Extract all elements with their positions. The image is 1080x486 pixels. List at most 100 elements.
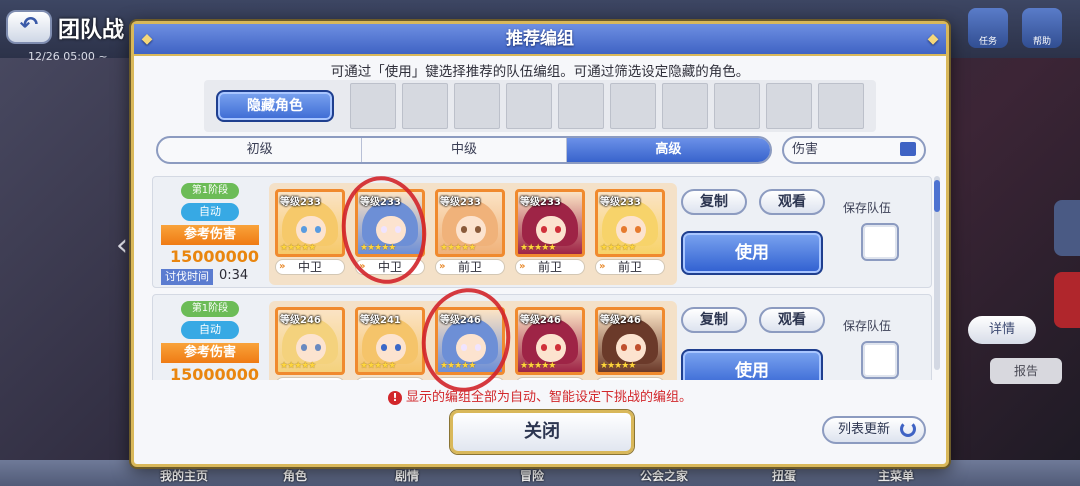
scrollbar-thumb[interactable] xyxy=(934,180,940,212)
nav-gacha[interactable]: 扭蛋 xyxy=(772,467,796,484)
tab-beginner[interactable]: 初级 xyxy=(158,138,363,162)
unit-level: 等级233 xyxy=(280,197,321,208)
filter-icon xyxy=(900,142,916,156)
star-rating-icon: ★★★★★ xyxy=(600,361,636,371)
hidden-character-slot[interactable] xyxy=(818,83,864,129)
side-event-card[interactable] xyxy=(1054,272,1080,328)
copy-button[interactable]: 复制 xyxy=(681,307,747,333)
star-rating-icon: ★★★★★ xyxy=(520,243,556,253)
unit-position: » 中卫 xyxy=(275,259,345,275)
filter-label: 伤害 xyxy=(792,142,819,157)
save-team-checkbox[interactable] xyxy=(861,341,899,379)
close-button[interactable]: 关闭 xyxy=(450,410,634,454)
nav-adventure[interactable]: 冒险 xyxy=(520,467,544,484)
hidden-character-slot[interactable] xyxy=(714,83,760,129)
sort-filter[interactable]: 伤害 xyxy=(782,136,926,164)
nav-home[interactable]: 我的主页 xyxy=(160,467,208,484)
unit-position: » 前卫 xyxy=(435,259,505,275)
unit-card[interactable]: 等级246 ★★★★★ » xyxy=(595,307,665,380)
hidden-character-slot[interactable] xyxy=(454,83,500,129)
portrait-eye xyxy=(315,226,321,233)
character-portrait: 等级233 ★★★★★ xyxy=(275,189,345,257)
unit-card[interactable]: 等级246 ★★★★★ » xyxy=(275,307,345,380)
use-button[interactable]: 使用 xyxy=(681,231,823,275)
unit-card[interactable]: 等级246 ★★★★★ » xyxy=(515,307,585,380)
portrait-eye xyxy=(315,344,321,351)
unit-position: » xyxy=(275,377,345,380)
portrait-eye xyxy=(541,344,547,351)
mission-icon[interactable]: 任务 xyxy=(968,8,1008,48)
nav-characters[interactable]: 角色 xyxy=(283,467,307,484)
team-list[interactable]: 第1阶段 自动 参考伤害 15000000 讨伐时间 0:34 等级233 ★★… xyxy=(152,174,932,380)
tab-advanced[interactable]: 高级 xyxy=(566,138,770,162)
position-label: 中卫 xyxy=(297,260,322,274)
refresh-list-button[interactable]: 列表更新 xyxy=(822,416,926,444)
hidden-character-slot[interactable] xyxy=(506,83,552,129)
back-button[interactable]: ↶ xyxy=(6,10,52,44)
team-units: 等级233 ★★★★★ » 中卫 等级233 ★★★★★ » 中卫 等级233 … xyxy=(269,183,677,285)
hidden-character-slot[interactable] xyxy=(558,83,604,129)
save-team-label: 保存队伍 xyxy=(843,201,892,215)
character-portrait: 等级233 ★★★★★ xyxy=(515,189,585,257)
nav-story[interactable]: 剧情 xyxy=(395,467,419,484)
character-portrait: 等级233 ★★★★★ xyxy=(435,189,505,257)
warning-icon: ! xyxy=(387,391,402,405)
damage-value: 15000000 xyxy=(169,247,259,266)
chevron-icon: » xyxy=(359,378,365,380)
left-arrow-icon[interactable]: ‹ xyxy=(116,228,128,263)
damage-value: 15000000 xyxy=(169,365,259,380)
time-value: 0:34 xyxy=(219,268,249,283)
portrait-eye xyxy=(621,226,627,233)
detail-button[interactable]: 详情 xyxy=(968,316,1036,344)
portrait-eye xyxy=(555,226,561,233)
time-label: 讨伐时间 xyxy=(161,269,213,285)
character-portrait: 等级246 ★★★★★ xyxy=(515,307,585,375)
copy-button[interactable]: 复制 xyxy=(681,189,747,215)
mode-badge: 自动 xyxy=(181,203,239,221)
unit-card[interactable]: 等级233 ★★★★★ » 前卫 xyxy=(515,189,585,275)
help-icon[interactable]: 帮助 xyxy=(1022,8,1062,48)
unit-level: 等级246 xyxy=(520,315,561,326)
unit-position: » xyxy=(595,377,665,380)
unit-card[interactable]: 等级233 ★★★★★ » 前卫 xyxy=(595,189,665,275)
chevron-icon: » xyxy=(279,261,286,272)
use-button[interactable]: 使用 xyxy=(681,349,823,380)
team-row: 第1阶段 自动 参考伤害 15000000 讨伐时间 0:34 等级233 ★★… xyxy=(152,176,932,288)
hidden-character-slot[interactable] xyxy=(350,83,396,129)
unit-position: » 前卫 xyxy=(515,259,585,275)
chevron-icon: » xyxy=(519,261,526,272)
watch-button[interactable]: 观看 xyxy=(759,307,825,333)
portrait-eye xyxy=(621,344,627,351)
nav-guild[interactable]: 公会之家 xyxy=(640,467,688,484)
unit-card[interactable]: 等级233 ★★★★★ » 中卫 xyxy=(275,189,345,275)
report-button[interactable]: 报告 xyxy=(990,358,1062,384)
unit-position: » 前卫 xyxy=(595,259,665,275)
chevron-icon: » xyxy=(599,378,605,380)
unit-card[interactable]: 等级233 ★★★★★ » 前卫 xyxy=(435,189,505,275)
hide-characters-button[interactable]: 隐藏角色 xyxy=(216,90,334,122)
chevron-icon: » xyxy=(439,261,446,272)
header-ornament-icon: ◆ xyxy=(141,31,153,47)
portrait-eye xyxy=(301,344,307,351)
difficulty-tabs: 初级 中级 高级 xyxy=(156,136,772,164)
hidden-character-slot[interactable] xyxy=(766,83,812,129)
chevron-icon: » xyxy=(599,261,606,272)
star-rating-icon: ★★★★★ xyxy=(360,361,396,371)
hidden-character-slot[interactable] xyxy=(662,83,708,129)
tab-intermediate[interactable]: 中级 xyxy=(362,138,567,162)
portrait-eye xyxy=(635,344,641,351)
save-team-checkbox[interactable] xyxy=(861,223,899,261)
recommended-team-dialog: ◆ 推荐编组 ◆ 可通过「使用」键选择推荐的队伍编组。可通过筛选设定隐藏的角色。… xyxy=(131,21,949,467)
unit-level: 等级233 xyxy=(520,197,561,208)
hidden-character-slot[interactable] xyxy=(402,83,448,129)
nav-menu[interactable]: 主菜单 xyxy=(878,467,914,484)
star-rating-icon: ★★★★★ xyxy=(600,243,636,253)
side-character-card[interactable] xyxy=(1054,200,1080,256)
portrait-eye xyxy=(395,344,401,351)
event-date: 12/26 05:00 ~ xyxy=(28,50,108,63)
unit-level: 等级246 xyxy=(600,315,641,326)
unit-card[interactable]: 等级241 ★★★★★ » xyxy=(355,307,425,380)
hidden-character-slot[interactable] xyxy=(610,83,656,129)
watch-button[interactable]: 观看 xyxy=(759,189,825,215)
list-scrollbar[interactable] xyxy=(934,176,940,370)
